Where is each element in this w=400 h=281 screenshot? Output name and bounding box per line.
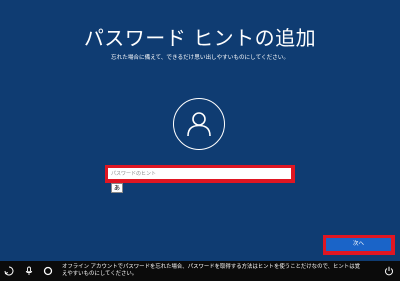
next-button-highlight: 次へ [323,235,395,255]
oobe-taskbar: オフライン アカウントでパスワードを忘れた場合、パスワードを取得する方法はヒント… [0,261,400,281]
setup-screen: パスワード ヒントの追加 忘れた場合に備えて、できるだけ思い出しやすいものにして… [0,0,400,281]
page-title: パスワード ヒントの追加 [83,26,317,50]
person-icon [187,112,211,137]
hint-input-highlight [105,165,295,183]
power-icon[interactable] [384,266,394,276]
taskbar-message: オフライン アカウントでパスワードを忘れた場合、パスワードを取得する方法はヒント… [62,264,360,277]
cortana-icon[interactable] [43,266,53,276]
password-hint-input[interactable] [108,168,291,179]
next-button[interactable]: 次へ [326,238,391,251]
page-subtitle: 忘れた場合に備えて、できるだけ思い出しやすいものにしてください。 [111,55,289,61]
microphone-icon[interactable] [24,266,34,276]
ime-mode-indicator[interactable]: あ [111,183,123,193]
ease-of-access-icon[interactable] [4,266,14,276]
user-avatar-icon [173,98,225,150]
